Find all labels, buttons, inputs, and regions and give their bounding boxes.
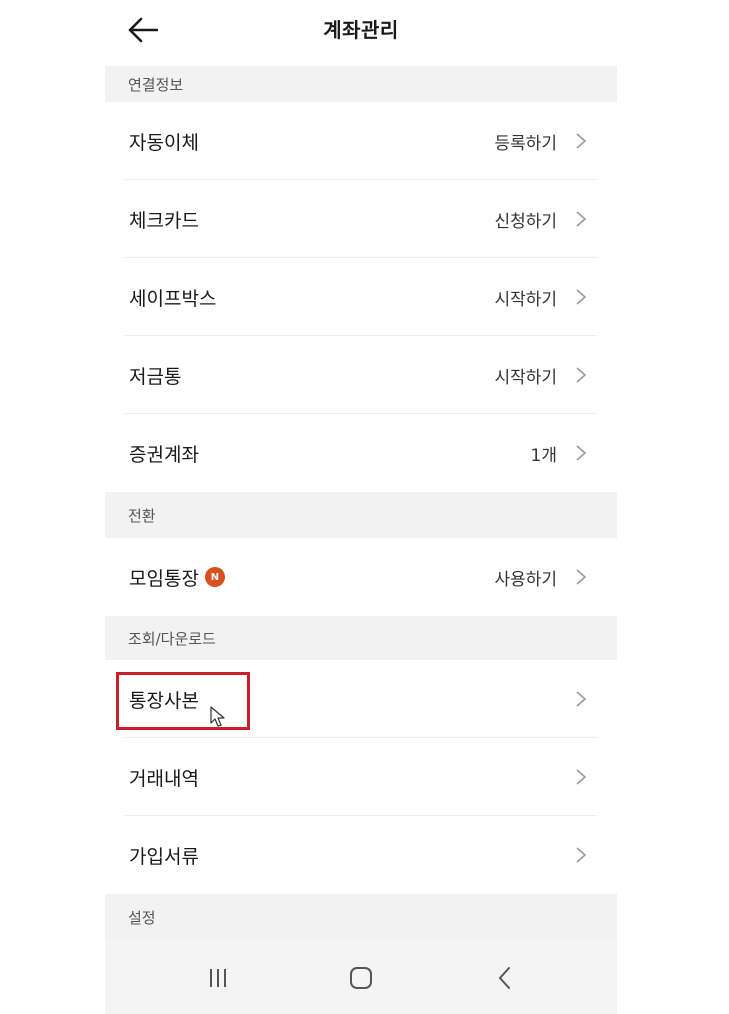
row-securities-account[interactable]: 증권계좌 1개 <box>105 414 617 492</box>
row-transactions[interactable]: 거래내역 <box>105 738 617 816</box>
row-value: 시작하기 <box>494 367 557 388</box>
row-signup-documents[interactable]: 가입서류 <box>105 816 617 894</box>
row-label: 세이프박스 <box>129 287 217 310</box>
nav-recent-apps-button[interactable] <box>198 960 238 996</box>
row-value: 1개 <box>530 445 557 466</box>
chevron-right-icon <box>576 691 587 707</box>
chevron-right-icon <box>576 847 587 863</box>
account-management-screen: 계좌관리 연결정보 자동이체 등록하기 체크카드 신청하기 세이프박스 시작하기… <box>105 0 617 1014</box>
row-label: 통장사본 <box>129 689 199 712</box>
row-label: 거래내역 <box>129 767 199 790</box>
new-badge: N <box>204 567 225 587</box>
chevron-right-icon <box>576 211 587 227</box>
section-header-linked: 연결정보 <box>105 66 617 102</box>
row-label: 저금통 <box>129 365 182 388</box>
chevron-right-icon <box>576 289 587 305</box>
page-title: 계좌관리 <box>323 18 399 42</box>
nav-home-button[interactable] <box>341 960 381 996</box>
row-value: 신청하기 <box>494 211 557 232</box>
recent-apps-icon <box>210 969 226 987</box>
row-value: 시작하기 <box>494 289 557 310</box>
nav-back-icon <box>498 967 510 989</box>
row-bankbook-copy[interactable]: 통장사본 <box>105 660 617 738</box>
section-header-view-download: 조회/다운로드 <box>105 616 617 660</box>
row-label: 자동이체 <box>129 131 199 154</box>
row-auto-transfer[interactable]: 자동이체 등록하기 <box>105 102 617 180</box>
row-value: 등록하기 <box>494 133 557 154</box>
chevron-right-icon <box>576 769 587 785</box>
row-value: 사용하기 <box>494 569 557 590</box>
nav-back-button[interactable] <box>485 960 525 996</box>
row-check-card[interactable]: 체크카드 신청하기 <box>105 180 617 258</box>
chevron-right-icon <box>576 445 587 461</box>
home-icon <box>350 967 372 989</box>
row-safe-box[interactable]: 세이프박스 시작하기 <box>105 258 617 336</box>
row-savings-box[interactable]: 저금통 시작하기 <box>105 336 617 414</box>
row-label: 증권계좌 <box>129 443 199 466</box>
system-nav-bar <box>105 940 617 1014</box>
chevron-right-icon <box>576 367 587 383</box>
row-label: 가입서류 <box>129 845 199 868</box>
app-header: 계좌관리 <box>105 0 617 66</box>
chevron-right-icon <box>576 133 587 149</box>
row-label: 모임통장 <box>129 567 199 590</box>
row-group-account[interactable]: 모임통장 N 사용하기 <box>105 538 617 616</box>
chevron-right-icon <box>576 569 587 585</box>
section-header-convert: 전환 <box>105 492 617 538</box>
section-header-settings: 설정 <box>105 894 617 940</box>
row-label-wrap: 모임통장 N <box>129 538 225 616</box>
row-label: 체크카드 <box>129 209 199 232</box>
